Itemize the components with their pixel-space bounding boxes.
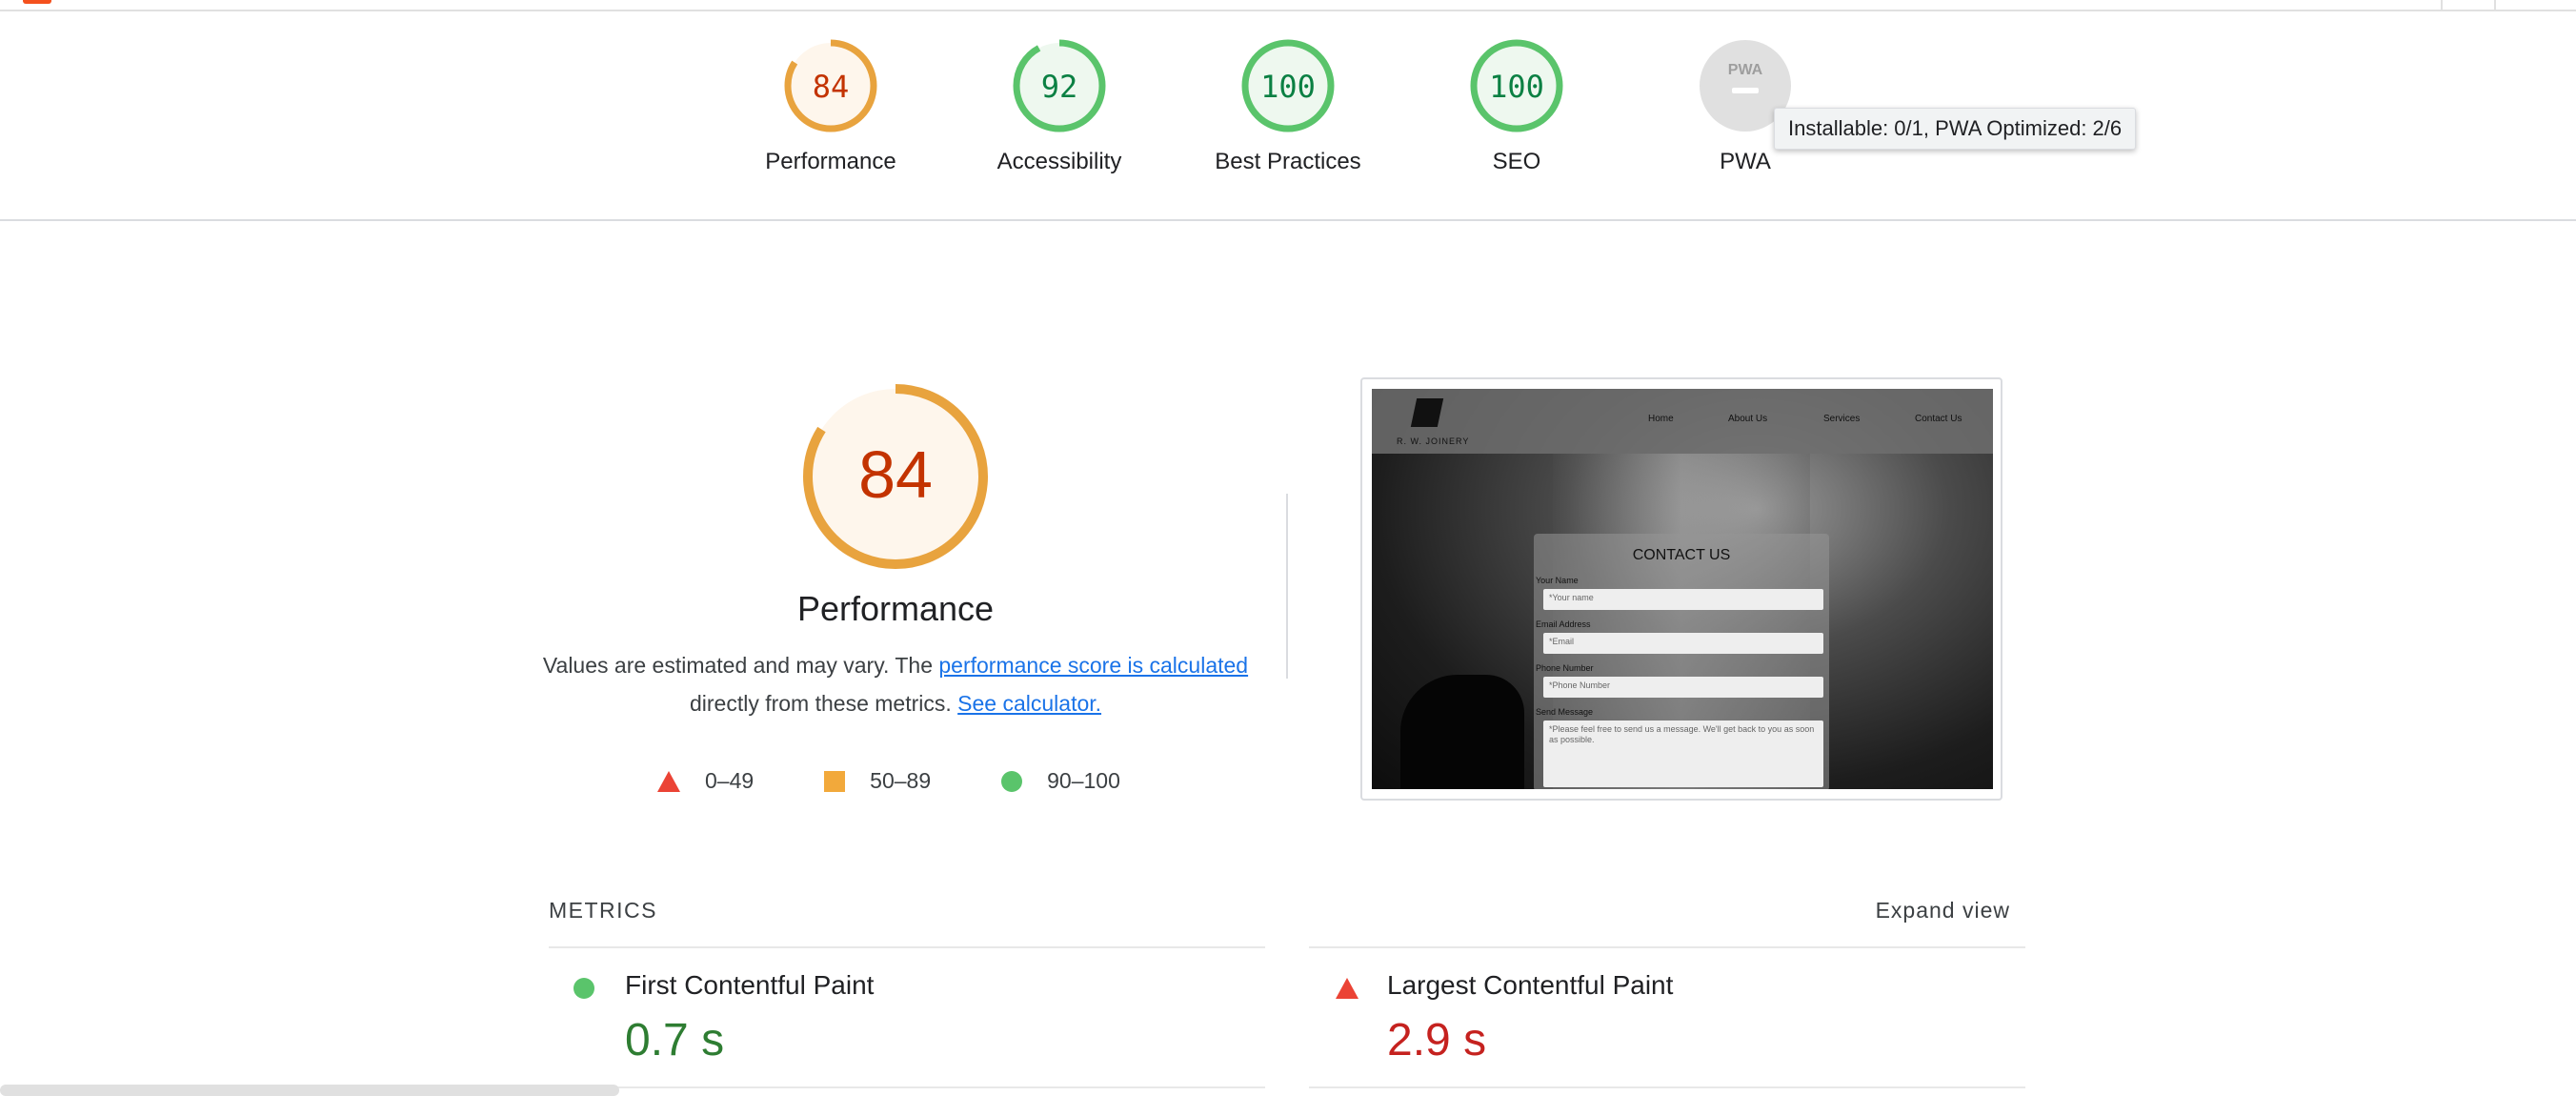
gauge-label: Accessibility <box>996 149 1122 174</box>
metric-divider <box>549 946 1265 948</box>
legend-average: 50–89 <box>824 768 931 794</box>
site-nav-link: Home <box>1648 414 1674 424</box>
gauge-score: 92 <box>1041 69 1078 105</box>
gauge-pwa[interactable]: PWA PWA <box>1669 38 1821 175</box>
metric-divider <box>1309 946 2025 948</box>
performance-score: 84 <box>858 437 933 512</box>
field-label: Email Address <box>1536 619 1591 629</box>
site-logo-icon <box>1410 398 1444 427</box>
score-calculated-link[interactable]: performance score is calculated <box>938 653 1248 678</box>
metric-name: First Contentful Paint <box>625 970 875 1000</box>
horizontal-scrollbar[interactable] <box>0 1085 619 1096</box>
red-triangle-icon <box>657 770 680 792</box>
gauge-ring-icon: 84 <box>784 39 877 132</box>
metric-lcp: Largest Contentful Paint 2.9 s <box>1336 970 1674 1066</box>
expand-view-button[interactable]: Expand view <box>1876 898 2010 923</box>
gauge-seo[interactable]: 100 SEO <box>1440 38 1593 175</box>
site-nav-link: About Us <box>1728 414 1768 424</box>
field-placeholder: *Email <box>1543 633 1823 654</box>
gauge-best-practices[interactable]: 100 Best Practices <box>1212 38 1364 175</box>
desc-text: directly from these metrics. <box>689 691 958 716</box>
metric-divider <box>1309 1086 2025 1088</box>
field-placeholder: *Phone Number <box>1543 677 1823 698</box>
performance-section: 84 Performance Values are estimated and … <box>533 381 1258 722</box>
gauge-label: SEO <box>1492 149 1541 174</box>
gauge-performance[interactable]: 84 Performance <box>755 38 907 175</box>
field-placeholder: *Your name <box>1543 589 1823 610</box>
final-screenshot[interactable]: R. W. JOINERY Home About Us Services Con… <box>1360 377 2002 801</box>
gauge-label: Best Practices <box>1215 149 1361 174</box>
red-triangle-icon <box>1336 978 1358 999</box>
pwa-tooltip: Installable: 0/1, PWA Optimized: 2/6 <box>1774 108 2137 150</box>
legend-fail: 0–49 <box>657 768 754 794</box>
pwa-badge-text: PWA <box>1728 62 1763 78</box>
top-bar <box>0 0 2576 11</box>
toolbar-divider <box>2494 0 2496 10</box>
metric-divider <box>549 1086 1265 1088</box>
gauge-label: PWA <box>1720 149 1771 174</box>
toolbar-divider <box>2441 0 2443 10</box>
metric-name: Largest Contentful Paint <box>1387 970 1674 1000</box>
legend-pass: 90–100 <box>1001 768 1120 794</box>
metric-value: 0.7 s <box>625 1015 725 1066</box>
gauge-ring-icon: 100 <box>1470 39 1563 132</box>
metrics-title: METRICS <box>549 898 657 923</box>
score-summary: 84 Performance 92 Accessibility 100 Best… <box>0 11 2576 221</box>
metric-fcp: First Contentful Paint 0.7 s <box>574 970 875 1066</box>
performance-title: Performance <box>796 589 995 628</box>
score-legend: 0–49 50–89 90–100 <box>657 768 1191 794</box>
desc-text: Values are estimated and may vary. The <box>542 653 939 678</box>
gauge-score: 100 <box>1260 69 1316 105</box>
gauge-label: Performance <box>765 149 896 174</box>
see-calculator-link[interactable]: See calculator. <box>957 691 1101 716</box>
field-label: Send Message <box>1536 707 1594 717</box>
metrics-header: METRICS Expand view <box>549 898 2010 923</box>
green-circle-icon <box>1001 770 1023 792</box>
section-divider <box>1286 494 1288 679</box>
legend-range: 0–49 <box>705 768 755 793</box>
performance-description: Values are estimated and may vary. The p… <box>533 646 1258 722</box>
gauge-accessibility[interactable]: 92 Accessibility <box>983 38 1136 175</box>
screenshot-image: R. W. JOINERY Home About Us Services Con… <box>1372 389 1993 789</box>
site-brand: R. W. JOINERY <box>1397 436 1470 446</box>
contact-panel: CONTACT US Your Name *Your name Email Ad… <box>1534 534 1829 789</box>
gauge-score: 100 <box>1489 69 1544 105</box>
site-nav-link: Services <box>1823 414 1861 424</box>
legend-range: 90–100 <box>1047 768 1120 793</box>
field-label: Phone Number <box>1536 663 1594 673</box>
legend-range: 50–89 <box>870 768 932 793</box>
field-placeholder: *Please feel free to send us a message. … <box>1543 721 1823 787</box>
lighthouse-logo-icon <box>23 0 51 4</box>
background-shape <box>1400 675 1524 789</box>
field-label: Your Name <box>1536 576 1579 585</box>
metric-value: 2.9 s <box>1387 1015 1487 1066</box>
green-circle-icon <box>574 978 594 999</box>
gauge-score: 84 <box>813 69 850 105</box>
performance-gauge-icon: 84 <box>803 384 988 569</box>
contact-heading: CONTACT US <box>1632 547 1731 563</box>
gauge-ring-icon: 100 <box>1241 39 1335 132</box>
site-nav: R. W. JOINERY Home About Us Services Con… <box>1372 389 1993 454</box>
gauge-ring-icon: 92 <box>1013 39 1106 132</box>
site-nav-link: Contact Us <box>1915 414 1962 424</box>
orange-square-icon <box>824 770 846 792</box>
